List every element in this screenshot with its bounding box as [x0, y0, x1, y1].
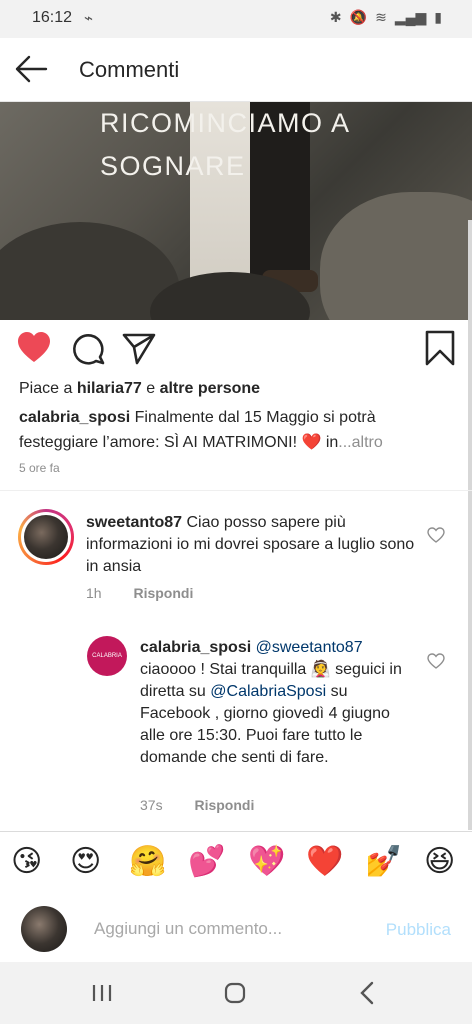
back-arrow-icon[interactable] — [14, 54, 48, 84]
post-caption: calabria_sposi Finalmente dal 15 Maggio … — [19, 405, 449, 455]
wifi-icon: ≋ — [375, 9, 387, 25]
emoji-button[interactable]: 💅 — [365, 844, 402, 880]
share-send-icon[interactable] — [121, 330, 157, 366]
back-icon[interactable] — [348, 976, 388, 1010]
caption-user[interactable]: calabria_sposi — [19, 409, 130, 426]
reply-button[interactable]: Rispondi — [194, 797, 254, 813]
post-image[interactable]: RICOMINCIAMO A SOGNARE — [0, 102, 472, 320]
publish-button[interactable]: Pubblica — [386, 920, 451, 940]
status-bar: 16:12 ⌁ ✱ 🔕 ≋ ▂▄▆ ▮ — [0, 0, 472, 38]
avatar-story-ring[interactable] — [18, 509, 74, 565]
avatar — [21, 906, 67, 952]
likes-prefix: Piace a — [19, 380, 73, 397]
divider — [0, 490, 472, 491]
emoji-button[interactable]: ❤️ — [306, 844, 343, 880]
comment-time: 37s — [140, 797, 163, 813]
signal-icon: ▂▄▆ — [394, 9, 427, 25]
status-time: 16:12 — [32, 9, 73, 26]
likes-user[interactable]: hilaria77 — [77, 380, 142, 397]
avatar[interactable]: CALABRIA SPOSI — [87, 636, 127, 676]
battery-icon: ▮ — [434, 9, 442, 25]
emoji-button[interactable]: 😘 — [11, 844, 42, 880]
post-actions — [0, 330, 472, 370]
brand-logo-text: CALABRIA SPOSI — [92, 653, 122, 659]
likes-summary[interactable]: Piace a hilaria77 e altre persone — [19, 380, 260, 398]
page-title: Commenti — [79, 57, 180, 82]
scrollbar[interactable] — [468, 220, 472, 830]
post-overlay-text: RICOMINCIAMO A SOGNARE — [100, 108, 350, 181]
mention-link[interactable]: @sweetanto87 — [256, 639, 363, 656]
emoji-button[interactable]: 🤗 — [129, 844, 166, 880]
comment-text: calabria_sposi @sweetanto87 ciaoooo ! St… — [140, 637, 410, 769]
post-timestamp: 5 ore fa — [19, 461, 60, 475]
comment-time: 1h — [86, 585, 102, 601]
mute-icon: 🔕 — [349, 9, 368, 25]
notification-icon: ⌁ — [84, 10, 94, 27]
avatar — [24, 515, 68, 559]
emoji-button[interactable]: 😍 — [70, 844, 101, 880]
bluetooth-icon: ✱ — [329, 9, 342, 25]
emoji-button[interactable]: 😆 — [424, 844, 455, 880]
comment-meta: 1h Rispondi — [86, 585, 193, 601]
home-icon[interactable] — [215, 976, 255, 1010]
caption-more-link[interactable]: ...altro — [338, 434, 382, 451]
comment-composer: Aggiungi un commento... Pubblica — [0, 892, 472, 962]
comment-user[interactable]: sweetanto87 — [86, 514, 182, 531]
rock-shape — [320, 192, 472, 320]
comment-like-heart-icon[interactable] — [427, 527, 445, 543]
mention-link[interactable]: @CalabriaSposi — [210, 683, 326, 700]
comment-icon[interactable] — [70, 330, 106, 366]
emoji-button[interactable]: 💕 — [188, 844, 225, 880]
likes-conj: e — [146, 380, 156, 397]
header: Commenti — [0, 38, 472, 102]
emoji-quick-bar: 😘 😍 🤗 💕 💖 ❤️ 💅 😆 — [0, 832, 472, 892]
comment-meta: 37s Rispondi — [140, 797, 254, 813]
comment-input[interactable]: Aggiungi un commento... — [94, 919, 282, 939]
bookmark-icon[interactable] — [422, 330, 458, 366]
status-icons: ✱ 🔕 ≋ ▂▄▆ ▮ — [330, 9, 442, 26]
like-heart-icon[interactable] — [16, 330, 52, 366]
reply-button[interactable]: Rispondi — [133, 585, 193, 601]
comment-like-heart-icon[interactable] — [427, 653, 445, 669]
system-nav-bar — [0, 962, 472, 1024]
recent-apps-icon[interactable] — [82, 976, 122, 1010]
likes-rest[interactable]: altre persone — [160, 380, 260, 397]
emoji-button[interactable]: 💖 — [248, 844, 285, 880]
comment-text: sweetanto87 Ciao posso sapere più inform… — [86, 512, 416, 578]
comment-user[interactable]: calabria_sposi — [140, 639, 251, 656]
